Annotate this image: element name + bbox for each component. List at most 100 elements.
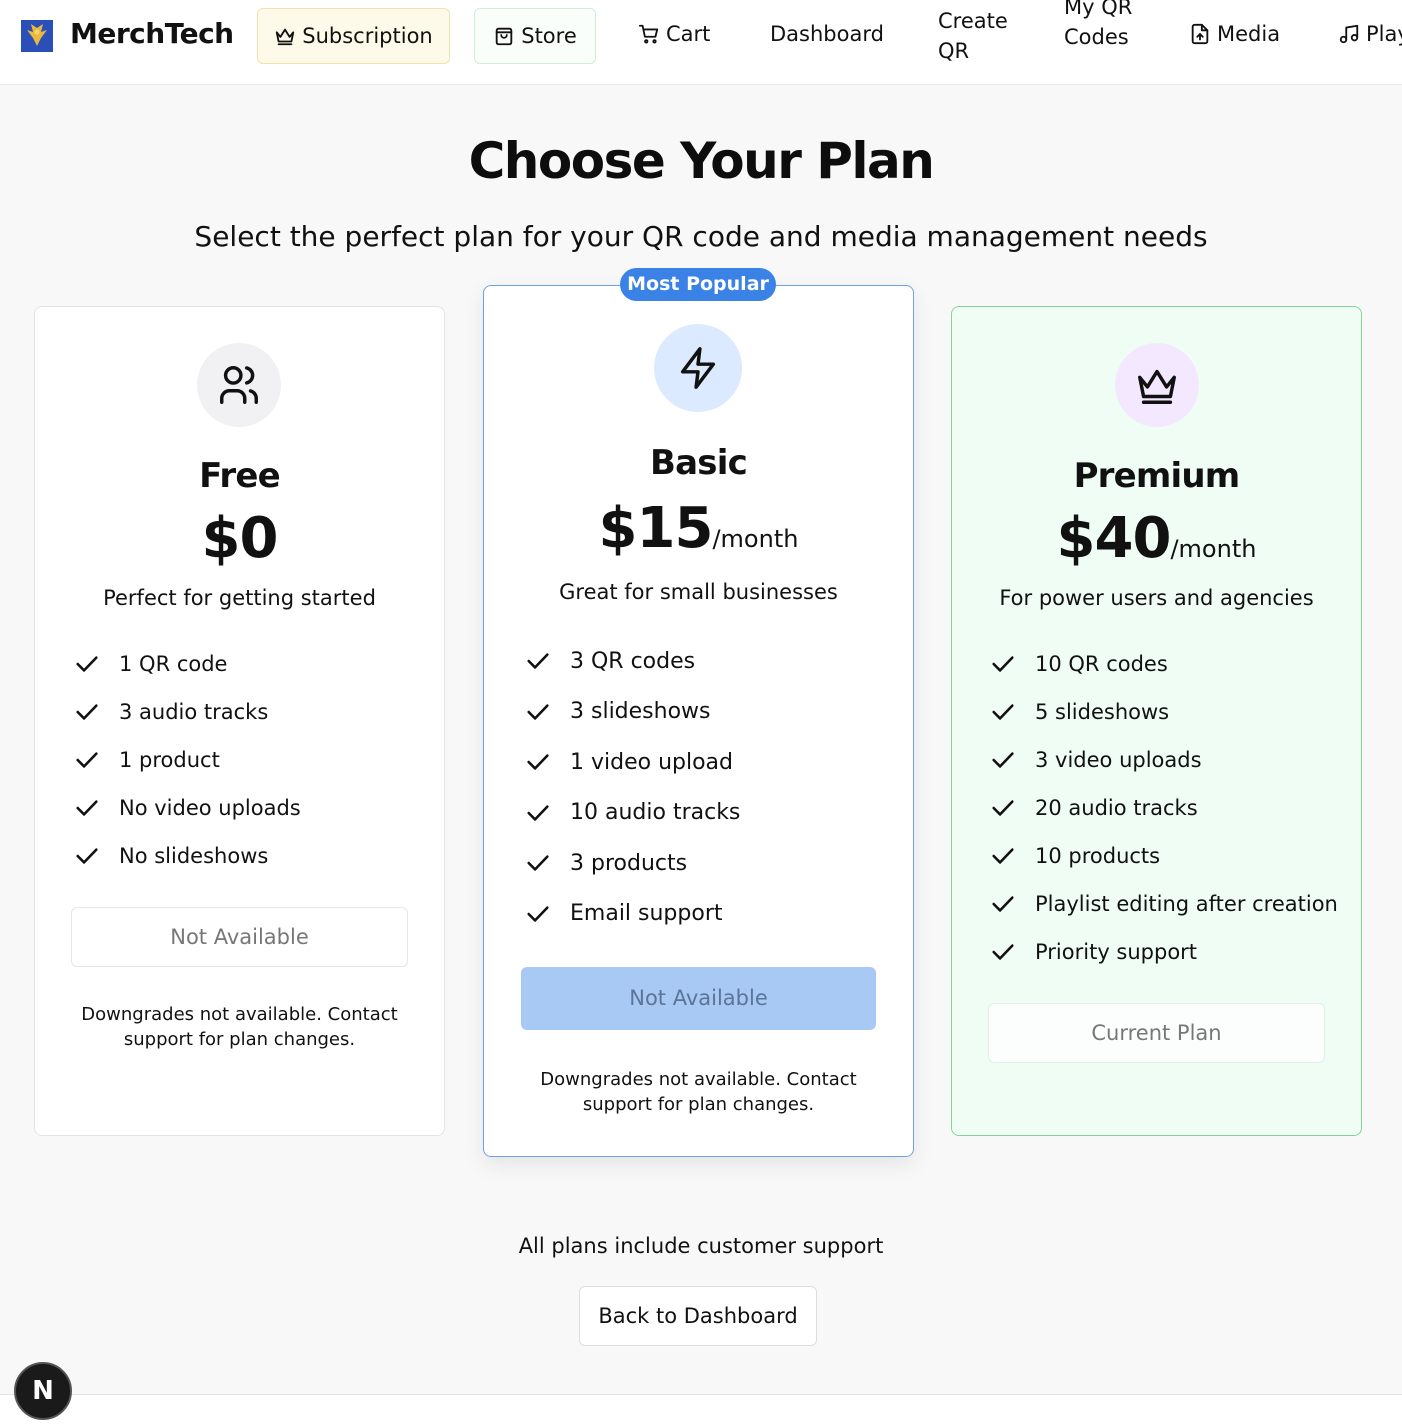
most-popular-badge: Most Popular: [620, 268, 776, 301]
check-icon: [992, 656, 1014, 672]
feature-label: 1 QR code: [119, 652, 228, 676]
plan-price-free: $0: [34, 506, 445, 571]
feature-item: 3 audio tracks: [73, 688, 433, 736]
feature-item: Email support: [524, 889, 894, 940]
check-icon: [527, 805, 549, 821]
back-to-dashboard-button[interactable]: Back to Dashboard: [579, 1286, 817, 1346]
nav-subscription[interactable]: Subscription: [257, 8, 450, 64]
nav-cart-label: Cart: [666, 22, 711, 46]
price-period-basic: /month: [712, 525, 799, 553]
plan-description-free: Perfect for getting started: [103, 586, 376, 610]
plan-note-free: Downgrades not available. Contact suppor…: [81, 1004, 398, 1050]
nav-create-qr-label: Create QR: [938, 9, 1008, 63]
feature-label: 3 products: [570, 850, 688, 876]
feature-label: 3 video uploads: [1035, 748, 1202, 772]
check-icon: [76, 848, 98, 864]
crown-icon: [1115, 343, 1199, 427]
feature-list-free: 1 QR code 3 audio tracks 1 product No vi…: [73, 640, 433, 880]
nav-my-qr-codes[interactable]: My QR Codes: [1064, 0, 1134, 52]
feature-item: 10 QR codes: [989, 640, 1349, 688]
cart-icon: [638, 24, 659, 44]
check-icon: [527, 906, 549, 922]
check-icon: [76, 752, 98, 768]
feature-label: 1 video upload: [570, 749, 734, 775]
page-subtitle: Select the perfect plan for your QR code…: [194, 220, 1208, 253]
feature-item: 3 video uploads: [989, 736, 1349, 784]
page-title: Choose Your Plan: [468, 132, 935, 190]
feature-item: Priority support: [989, 928, 1349, 976]
merchtech-logo[interactable]: [21, 20, 53, 52]
check-icon: [527, 653, 549, 669]
feature-item: 1 QR code: [73, 640, 433, 688]
feature-label: 20 audio tracks: [1035, 796, 1198, 820]
feature-label: Email support: [570, 901, 723, 927]
feature-label: Priority support: [1035, 940, 1198, 964]
nav-media-label: Media: [1217, 22, 1281, 46]
feature-label: 3 slideshows: [570, 699, 711, 725]
feature-item: 5 slideshows: [989, 688, 1349, 736]
basic-plan-button[interactable]: Not Available: [521, 967, 876, 1030]
plan-description-premium: For power users and agencies: [999, 586, 1314, 610]
plan-price-basic: $15/month: [483, 496, 914, 561]
check-icon: [992, 800, 1014, 816]
nav-my-qr-codes-label: My QR Codes: [1064, 0, 1133, 49]
feature-label: 3 audio tracks: [119, 700, 269, 724]
check-icon: [992, 896, 1014, 912]
feature-item: 1 video upload: [524, 737, 894, 788]
plan-name-basic: Basic: [650, 443, 748, 483]
nav-playlists-label: Playlists: [1366, 22, 1402, 46]
feature-item: 3 slideshows: [524, 687, 894, 738]
feature-label: 10 audio tracks: [570, 800, 741, 826]
feature-label: 10 products: [1035, 844, 1161, 868]
price-amount-free: $0: [201, 506, 279, 571]
check-icon: [992, 848, 1014, 864]
feature-list-basic: 3 QR codes 3 slideshows 1 video upload 1…: [524, 636, 894, 939]
plans-support-note: All plans include customer support: [518, 1234, 884, 1258]
feature-label: Playlist editing after creation: [1035, 892, 1338, 916]
check-icon: [992, 944, 1014, 960]
price-period-premium: /month: [1170, 535, 1257, 563]
feature-item: No video uploads: [73, 784, 433, 832]
brand-name[interactable]: MerchTech: [70, 17, 234, 50]
feature-label: 3 QR codes: [570, 648, 696, 674]
nav-dashboard[interactable]: Dashboard: [770, 22, 884, 46]
check-icon: [527, 855, 549, 871]
check-icon: [76, 656, 98, 672]
feature-item: 20 audio tracks: [989, 784, 1349, 832]
check-icon: [76, 704, 98, 720]
top-navigation-bar: MerchTech Subscription Store Cart Dashbo…: [0, 0, 1402, 85]
file-upload-icon: [1191, 23, 1209, 45]
plan-name-premium: Premium: [1073, 456, 1241, 496]
feature-item: 3 products: [524, 838, 894, 889]
bottom-strip: [0, 1395, 1402, 1428]
feature-item: 1 product: [73, 736, 433, 784]
free-plan-button[interactable]: Not Available: [71, 907, 408, 967]
feature-label: 5 slideshows: [1035, 700, 1170, 724]
plan-name-free: Free: [199, 456, 281, 496]
nav-media[interactable]: Media: [1189, 22, 1280, 46]
dev-tools-badge[interactable]: N: [14, 1362, 72, 1420]
check-icon: [527, 754, 549, 770]
check-icon: [992, 704, 1014, 720]
nav-playlists[interactable]: Playlists: [1338, 22, 1402, 46]
shopping-bag-icon: [495, 27, 513, 46]
crown-icon: [276, 28, 295, 46]
feature-item: Playlist editing after creation: [989, 880, 1349, 928]
nav-store[interactable]: Store: [474, 8, 596, 64]
nav-subscription-label: Subscription: [302, 24, 433, 48]
plan-price-premium: $40/month: [951, 506, 1362, 571]
premium-current-plan-button[interactable]: Current Plan: [988, 1003, 1325, 1063]
feature-item: 10 products: [989, 832, 1349, 880]
lightning-icon: [654, 324, 742, 412]
feature-label: 10 QR codes: [1035, 652, 1168, 676]
price-amount-basic: $15: [598, 496, 714, 561]
feature-item: No slideshows: [73, 832, 433, 880]
check-icon: [76, 800, 98, 816]
music-note-icon: [1339, 24, 1359, 44]
nav-cart[interactable]: Cart: [638, 22, 710, 46]
feature-label: 1 product: [119, 748, 220, 772]
plan-note-basic: Downgrades not available. Contact suppor…: [540, 1069, 857, 1115]
nav-create-qr[interactable]: Create QR: [938, 6, 1018, 66]
feature-item: 3 QR codes: [524, 636, 894, 687]
feature-list-premium: 10 QR codes 5 slideshows 3 video uploads…: [989, 640, 1349, 976]
